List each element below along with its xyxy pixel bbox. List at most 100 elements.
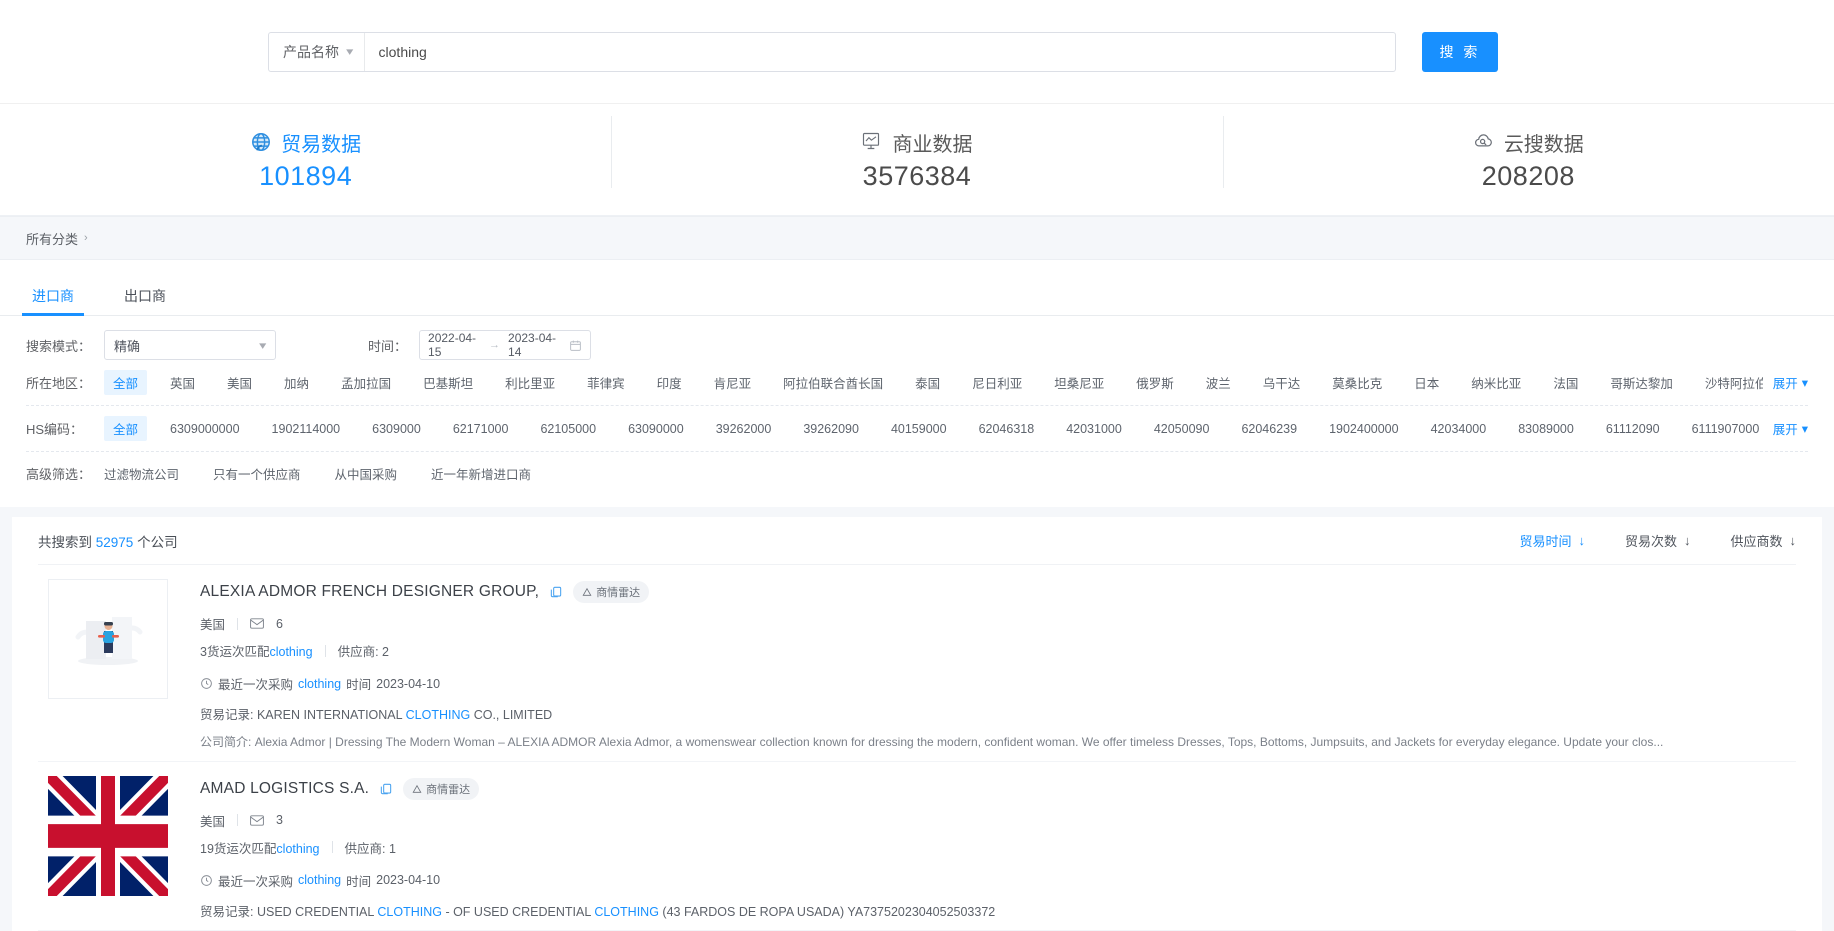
hs-code-chip[interactable]: 全部 — [104, 416, 148, 441]
date-range-separator: → — [489, 339, 501, 351]
hs-code-chip[interactable]: 1902114000 — [263, 419, 350, 439]
trade-record-mid: - OF USED CREDENTIAL — [445, 904, 591, 919]
region-chip[interactable]: 利比里亚 — [496, 370, 564, 395]
region-chip[interactable]: 巴基斯坦 — [414, 370, 482, 395]
hs-code-chip[interactable]: 62046318 — [970, 419, 1044, 439]
search-category-select[interactable]: 产品名称 ▾ — [269, 32, 365, 71]
tab-importer[interactable]: 进口商 — [22, 286, 84, 316]
company-name[interactable]: ALEXIA ADMOR FRENCH DESIGNER GROUP, — [200, 583, 539, 601]
region-chip[interactable]: 美国 — [218, 370, 261, 395]
region-expand-button[interactable]: 展开 ▾ — [1763, 373, 1808, 392]
hs-code-chip[interactable]: 1902400000 — [1320, 419, 1408, 439]
advanced-filter-option[interactable]: 只有一个供应商 — [213, 464, 301, 483]
region-chip[interactable]: 莫桑比克 — [1323, 370, 1391, 395]
hs-code-chip[interactable]: 40159000 — [882, 419, 956, 439]
stat-trade-data[interactable]: 贸易数据 101894 — [0, 128, 611, 192]
advanced-filter-option[interactable]: 过滤物流公司 — [104, 464, 179, 483]
advanced-filter-label: 高级筛选： — [26, 467, 92, 482]
trade-record-highlight: CLOTHING — [405, 708, 471, 722]
company-country: 美国 — [200, 618, 226, 632]
hs-code-chip[interactable]: 63090000 — [619, 419, 693, 439]
advanced-filter-option[interactable]: 近一年新增进口商 — [431, 464, 531, 483]
hs-code-chip[interactable]: 62171000 — [444, 419, 518, 439]
result-card-body: ALEXIA ADMOR FRENCH DESIGNER GROUP, 商情雷达 — [168, 579, 1796, 751]
region-chip[interactable]: 孟加拉国 — [332, 370, 400, 395]
stats-row: 贸易数据 101894 商业数据 3576384 云搜数据 208208 — [0, 104, 1834, 216]
search-bar: 产品名称 ▾ 搜 索 — [0, 0, 1834, 104]
hs-code-chip[interactable]: 61112090 — [1597, 419, 1669, 439]
stat-trade-data-label: 贸易数据 — [0, 128, 611, 157]
hs-code-chip[interactable]: 62046239 — [1232, 419, 1306, 439]
chevron-down-icon: ▾ — [259, 339, 267, 352]
region-chip[interactable]: 纳米比亚 — [1462, 370, 1530, 395]
region-chip[interactable]: 日本 — [1405, 370, 1448, 395]
mail-count: 3 — [276, 813, 283, 828]
recent-keyword: clothing — [298, 676, 342, 691]
trade-record-line: 贸易记录: KAREN INTERNATIONAL CLOTHING CO., … — [200, 704, 1796, 723]
region-chip[interactable]: 沙特阿拉伯 — [1696, 370, 1763, 395]
region-chip[interactable]: 肯尼亚 — [705, 370, 761, 395]
tab-exporter[interactable]: 出口商 — [118, 286, 172, 315]
hs-code-chip[interactable]: 6309000000 — [161, 419, 249, 439]
region-chip[interactable]: 乌干达 — [1254, 370, 1310, 395]
region-chip[interactable]: 阿拉伯联合酋长国 — [774, 370, 892, 395]
region-label: 所在地区： — [26, 376, 92, 391]
stat-cloud-search-data[interactable]: 云搜数据 208208 — [1222, 115, 1834, 192]
breadcrumb[interactable]: 所有分类 › — [0, 216, 1834, 260]
company-stats: 19货运次匹配clothing 供应商: 1 — [200, 838, 1796, 857]
hs-code-chip[interactable]: 42050090 — [1145, 419, 1219, 439]
hs-code-chip[interactable]: 83089000 — [1509, 419, 1583, 439]
region-chip[interactable]: 俄罗斯 — [1127, 370, 1183, 395]
region-chip[interactable]: 泰国 — [906, 370, 949, 395]
breadcrumb-all-categories[interactable]: 所有分类 — [26, 229, 78, 248]
copy-icon[interactable] — [379, 782, 393, 796]
radar-icon — [412, 784, 422, 794]
result-card[interactable]: AMAD LOGISTICS S.A. 商情雷达 美国 3 19货运次匹配clo… — [38, 762, 1796, 931]
date-end: 2023-04-14 — [508, 331, 557, 359]
region-chip[interactable]: 英国 — [161, 370, 204, 395]
hs-code-chip[interactable]: 39262000 — [707, 419, 781, 439]
copy-icon[interactable] — [549, 585, 563, 599]
region-chip[interactable]: 坦桑尼亚 — [1045, 370, 1113, 395]
region-chip[interactable]: 尼日利亚 — [963, 370, 1031, 395]
company-thumbnail — [48, 775, 168, 896]
radar-badge[interactable]: 商情雷达 — [403, 777, 480, 800]
calendar-icon — [569, 339, 582, 352]
region-chip[interactable]: 加纳 — [275, 370, 318, 395]
sort-supplier-count[interactable]: 供应商数 ↓ — [1730, 531, 1796, 550]
shipment-count: 19 — [200, 841, 214, 856]
stat-business-data[interactable]: 商业数据 3576384 — [611, 115, 1222, 192]
region-chip[interactable]: 印度 — [648, 370, 691, 395]
company-name[interactable]: AMAD LOGISTICS S.A. — [200, 780, 369, 798]
hs-code-chip[interactable]: 62105000 — [531, 419, 605, 439]
radar-badge[interactable]: 商情雷达 — [573, 581, 650, 603]
chevron-down-icon: ▾ — [1801, 422, 1808, 436]
results-panel: 共搜索到 52975 个公司 贸易时间 ↓ 贸易次数 ↓ 供应商数 ↓ ALEX… — [12, 517, 1822, 931]
region-chip[interactable]: 菲律宾 — [578, 370, 634, 395]
hs-code-chip[interactable]: 42034000 — [1422, 419, 1496, 439]
shipment-match: 19货运次匹配clothing — [200, 838, 320, 857]
supplier-count: 2 — [382, 645, 389, 659]
hs-code-chip[interactable]: 39262090 — [794, 419, 868, 439]
hs-code-chip[interactable]: 42031000 — [1057, 419, 1131, 439]
region-chip[interactable]: 哥斯达黎加 — [1601, 370, 1682, 395]
search-mode-select[interactable]: 精确 ▾ — [104, 330, 276, 360]
sort-trade-time[interactable]: 贸易时间 ↓ — [1519, 531, 1585, 550]
search-button[interactable]: 搜 索 — [1422, 31, 1498, 72]
stat-business-data-label: 商业数据 — [611, 128, 1222, 157]
recent-mid: 时间 — [346, 678, 372, 692]
results-count: 共搜索到 52975 个公司 — [38, 531, 178, 551]
region-chip[interactable]: 波兰 — [1197, 370, 1240, 395]
region-chip[interactable]: 全部 — [104, 370, 148, 395]
recent-keyword: clothing — [298, 873, 342, 888]
result-card[interactable]: ALEXIA ADMOR FRENCH DESIGNER GROUP, 商情雷达 — [38, 565, 1796, 762]
region-chip[interactable]: 法国 — [1544, 370, 1587, 395]
hs-code-chip[interactable]: 6309000 — [363, 419, 430, 439]
hs-code-expand-button[interactable]: 展开 ▾ — [1763, 419, 1808, 438]
chart-box-icon — [861, 131, 883, 153]
advanced-filter-option[interactable]: 从中国采购 — [335, 464, 398, 483]
hs-code-chip[interactable]: 6111907000 — [1683, 419, 1763, 439]
search-input[interactable] — [364, 32, 1395, 71]
sort-trade-count[interactable]: 贸易次数 ↓ — [1625, 531, 1691, 550]
date-range-picker[interactable]: 2022-04-15 → 2023-04-14 — [419, 330, 592, 360]
